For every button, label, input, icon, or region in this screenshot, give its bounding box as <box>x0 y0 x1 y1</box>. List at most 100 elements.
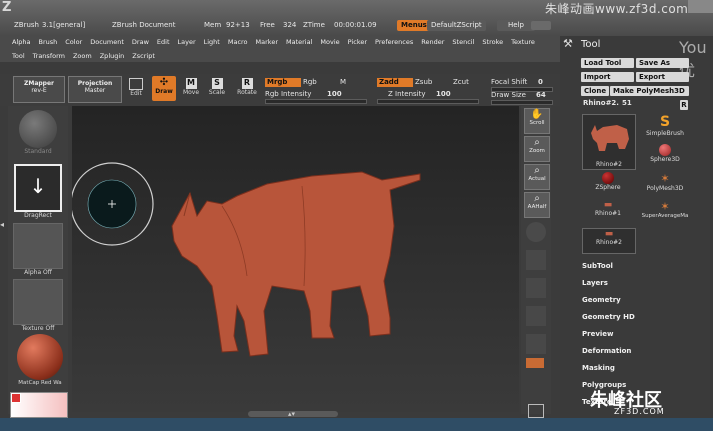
watermark-top: 朱峰动画www.zf3d.com <box>545 2 689 16</box>
material-button[interactable]: MatCap Red Wa <box>12 333 68 389</box>
tool-thumb-polymesh3d[interactable]: ✶ PolyMesh3D <box>640 172 690 198</box>
menu-render[interactable]: Render <box>421 38 444 48</box>
menu-macro[interactable]: Macro <box>228 38 248 48</box>
actual-label: Actual <box>528 176 546 182</box>
zcut-button[interactable]: Zcut <box>453 78 469 86</box>
menu-texture[interactable]: Texture <box>511 38 535 48</box>
menu-stroke[interactable]: Stroke <box>482 38 503 48</box>
projection-master-button[interactable]: Projection Master <box>68 76 122 103</box>
zoom-label: Zoom <box>529 148 545 154</box>
move-view-button[interactable] <box>526 358 544 368</box>
floor-icon[interactable] <box>526 250 546 270</box>
menu-zoom[interactable]: Zoom <box>73 52 92 62</box>
standard-brush-button[interactable]: Standard <box>12 106 64 158</box>
zadd-button[interactable]: Zadd <box>377 78 413 87</box>
clone-button[interactable]: Clone <box>581 86 609 96</box>
window-controls[interactable] <box>688 0 713 13</box>
r-button[interactable]: R <box>680 100 688 110</box>
rgb-intensity-slider[interactable] <box>265 99 367 104</box>
main-color-swatch[interactable] <box>11 393 21 403</box>
menu-light[interactable]: Light <box>204 38 220 48</box>
tool-thumb-sphere3d[interactable]: Sphere3D <box>640 144 690 170</box>
focal-shift-value: 0 <box>538 78 543 86</box>
color-picker[interactable] <box>10 392 68 418</box>
menu-zplugin[interactable]: Zplugin <box>100 52 125 62</box>
scroll-button[interactable]: ✋ Scroll <box>524 108 550 134</box>
menu-brush[interactable]: Brush <box>38 38 57 48</box>
sphere3d-icon <box>659 144 671 156</box>
menu-draw[interactable]: Draw <box>132 38 149 48</box>
move-button[interactable]: M Move <box>180 77 202 101</box>
edit-button[interactable]: Edit <box>125 77 147 101</box>
cube-icon[interactable] <box>528 404 544 418</box>
magnifier-icon: ⌕ <box>534 137 540 148</box>
menu-alpha[interactable]: Alpha <box>12 38 30 48</box>
draw-button[interactable]: ✣ Draw <box>152 76 176 101</box>
menu-preferences[interactable]: Preferences <box>375 38 413 48</box>
aahalf-button[interactable]: ⌕ AAHalf <box>524 192 550 218</box>
alpha-button[interactable]: Alpha Off <box>12 221 64 276</box>
make-polymesh-button[interactable]: Make PolyMesh3D <box>610 86 689 96</box>
m-button[interactable]: M <box>340 78 346 86</box>
default-zscript-button[interactable]: DefaultZScript <box>427 20 486 31</box>
menu-zscript[interactable]: Zscript <box>132 52 155 62</box>
menu-movie[interactable]: Movie <box>320 38 339 48</box>
texture-button[interactable]: Texture Off <box>12 277 64 332</box>
rotate-button[interactable]: R Rotate <box>233 77 261 101</box>
help-button[interactable]: Help <box>497 20 535 31</box>
menu-edit[interactable]: Edit <box>157 38 170 48</box>
frame-icon[interactable] <box>526 334 546 354</box>
zsub-button[interactable]: Zsub <box>415 78 432 86</box>
section-masking[interactable]: Masking <box>582 364 702 381</box>
zoom-button[interactable]: ⌕ Zoom <box>524 136 550 162</box>
bottom-collapse-icon[interactable]: ▴▾ <box>288 410 295 418</box>
mrgb-button[interactable]: Mrgb <box>265 78 301 87</box>
import-button[interactable]: Import <box>581 72 634 82</box>
menus-button[interactable]: Menus <box>397 20 431 31</box>
tool-thumb-zsphere[interactable]: ZSphere <box>582 172 634 198</box>
menu-stencil[interactable]: Stencil <box>452 38 474 48</box>
left-collapse-icon[interactable]: ◂ <box>0 220 6 234</box>
tool-thumb-simplebrush[interactable]: S SimpleBrush <box>640 114 690 144</box>
actual-button[interactable]: ⌕ Actual <box>524 164 550 190</box>
section-layers[interactable]: Layers <box>582 279 702 296</box>
section-geometry-hd[interactable]: Geometry HD <box>582 313 702 330</box>
tool-thumb-rhino2-small[interactable]: ▬ Rhino#2 <box>582 228 636 254</box>
tool-panel-title: Tool <box>581 39 601 50</box>
stroke-dragrect-button[interactable]: ↓ DragRect <box>12 162 64 219</box>
section-geometry[interactable]: Geometry <box>582 296 702 313</box>
section-subtool[interactable]: SubTool <box>582 262 702 279</box>
texture-swatch <box>13 279 63 325</box>
thumb-label: Sphere3D <box>650 156 680 163</box>
rgb-intensity-label: Rgb Intensity <box>265 90 312 98</box>
rgb-button[interactable]: Rgb <box>303 78 317 86</box>
thumb-label: Rhino#1 <box>595 210 621 217</box>
tool-thumb-superaverage[interactable]: ✶ SuperAverageMa <box>636 200 694 226</box>
export-button[interactable]: Export <box>636 72 689 82</box>
tool-thumb-rhino1[interactable]: ▬ Rhino#1 <box>582 200 634 226</box>
z-intensity-slider[interactable] <box>377 99 479 104</box>
menu-material[interactable]: Material <box>286 38 312 48</box>
menu-layer[interactable]: Layer <box>178 38 196 48</box>
section-deformation[interactable]: Deformation <box>582 347 702 364</box>
menu-picker[interactable]: Picker <box>348 38 367 48</box>
zmapper-button[interactable]: ZMapper rev-E <box>13 76 65 103</box>
menu-document[interactable]: Document <box>90 38 124 48</box>
menu-color[interactable]: Color <box>65 38 82 48</box>
toggle-button[interactable] <box>531 21 551 30</box>
load-tool-button[interactable]: Load Tool <box>581 58 634 68</box>
section-preview[interactable]: Preview <box>582 330 702 347</box>
scale-button[interactable]: S Scale <box>206 77 228 101</box>
persp-icon[interactable] <box>526 222 546 242</box>
menu-marker[interactable]: Marker <box>256 38 278 48</box>
thumb-label: Rhino#2 <box>596 161 622 168</box>
xyz-icon[interactable] <box>526 306 546 326</box>
save-as-button[interactable]: Save As <box>636 58 689 68</box>
canvas-svg <box>72 162 421 357</box>
local-icon[interactable] <box>526 278 546 298</box>
menu-tool[interactable]: Tool <box>12 52 25 62</box>
draw-size-slider[interactable] <box>491 100 553 105</box>
tool-thumb-rhino-large[interactable]: Rhino#2 <box>582 114 636 170</box>
menu-transform[interactable]: Transform <box>33 52 65 62</box>
scroll-label: Scroll <box>529 120 545 126</box>
